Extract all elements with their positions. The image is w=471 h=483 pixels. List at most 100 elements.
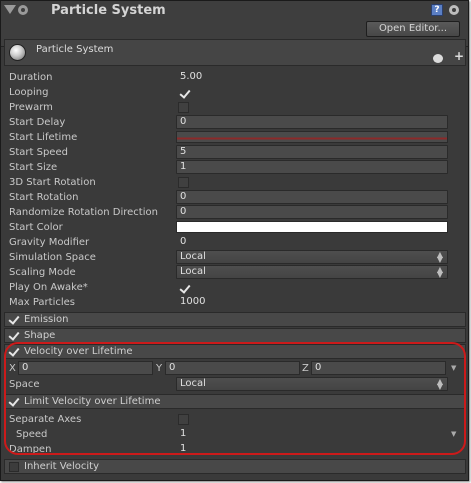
property-scaling-mode: Scaling Mode Local ▲ ▼ [4,265,466,280]
property-simulation-space: Simulation Space Local ▲ ▼ [4,250,466,265]
property-label: Start Lifetime [9,132,78,143]
shape-toggle-checkbox[interactable] [9,331,19,341]
looping-checkbox[interactable] [178,87,189,98]
property-separate-axes: Separate Axes [4,412,466,427]
property-label: Gravity Modifier [9,237,90,248]
curve-mode-arrow-icon[interactable]: ▼ [451,364,456,372]
section-title: Shape [24,330,56,341]
dropdown-arrows-icon: ▲ ▼ [436,377,443,391]
property-3d-start-rotation: 3D Start Rotation [4,175,466,190]
property-start-lifetime: Start Lifetime [4,130,466,145]
simulation-space-dropdown[interactable]: Local ▲ ▼ [176,250,448,264]
section-title: Emission [24,314,69,325]
section-emission[interactable]: Emission [4,312,466,327]
property-speed: Speed 1 ▼ [4,427,466,442]
separate-axes-checkbox[interactable] [178,414,189,425]
sphere-icon [9,44,26,61]
velocity-toggle-checkbox[interactable] [9,347,19,357]
start-size-field[interactable]: 1 [176,160,448,174]
start-speed-field[interactable]: 5 [176,145,448,159]
property-label: Start Delay [9,117,66,128]
speed-field[interactable]: 1 [176,427,448,441]
property-label: Max Particles [9,297,76,308]
property-start-delay: Start Delay 0 [4,115,466,130]
property-start-size: Start Size 1 [4,160,466,175]
settings-gear-icon[interactable] [448,4,460,16]
section-inherit-velocity[interactable]: Inherit Velocity [4,459,466,474]
dampen-field[interactable]: 1 [176,442,448,456]
limit-velocity-toggle-checkbox[interactable] [9,397,19,407]
space-dropdown[interactable]: Local ▲ ▼ [176,377,448,391]
property-space: Space Local ▲ ▼ [4,377,466,392]
property-label: Separate Axes [9,414,82,425]
property-label: Scaling Mode [9,267,76,278]
lightbulb-icon[interactable] [433,54,443,63]
component-gear-icon[interactable] [16,3,30,17]
section-title: Inherit Velocity [24,461,99,472]
property-label: Start Size [9,162,58,173]
section-limit-velocity[interactable]: Limit Velocity over Lifetime [4,394,466,409]
velocity-z-field[interactable]: 0 [311,361,446,375]
property-label: Speed [16,429,48,440]
property-label: Start Speed [9,147,68,158]
property-label: Looping [9,87,49,98]
property-start-color: Start Color [4,220,466,235]
add-module-plus-icon[interactable]: + [454,50,464,62]
property-gravity-modifier: Gravity Modifier 0 [4,235,466,250]
prewarm-checkbox[interactable] [178,102,189,113]
dropdown-value: Local [180,266,206,277]
property-label: Duration [9,72,53,83]
property-label: Simulation Space [9,252,96,263]
start-color-swatch[interactable] [176,221,448,233]
property-play-on-awake: Play On Awake* [4,280,466,295]
inspector-window: Particle System ? Open Editor... Particl… [0,0,469,481]
emission-toggle-checkbox[interactable] [9,315,19,325]
section-shape[interactable]: Shape [4,328,466,343]
property-duration: Duration 5.00 [4,70,466,85]
property-start-speed: Start Speed 5 [4,145,466,160]
curve-mode-arrow-icon[interactable]: ▼ [451,430,456,438]
collapse-triangle-icon[interactable] [4,5,16,14]
inherit-velocity-toggle-checkbox[interactable] [9,462,19,472]
property-dampen: Dampen 1 [4,442,466,457]
z-label: Z [302,363,309,374]
dropdown-arrows-icon: ▲ ▼ [436,265,443,279]
section-title: Velocity over Lifetime [24,346,133,357]
property-label: Start Rotation [9,192,79,203]
velocity-x-field[interactable]: 0 [18,361,153,375]
y-label: Y [156,363,163,374]
velocity-xyz-row: X 0 Y 0 Z 0 ▼ [4,361,466,376]
play-on-awake-checkbox[interactable] [178,282,189,293]
window-title: Particle System [51,3,166,18]
property-label: Dampen [9,444,52,455]
property-randomize-rotation: Randomize Rotation Direction 0 [4,205,466,220]
x-label: X [9,363,16,374]
start-rotation-field[interactable]: 0 [176,190,448,204]
start-delay-field[interactable]: 0 [176,115,448,129]
property-start-rotation: Start Rotation 0 [4,190,466,205]
3d-start-rotation-checkbox[interactable] [178,177,189,188]
property-label: Space [9,379,40,390]
randomize-rotation-field[interactable]: 0 [176,205,448,219]
max-particles-field[interactable]: 1000 [176,295,448,309]
open-editor-button[interactable]: Open Editor... [366,21,460,37]
property-label: Play On Awake* [9,282,88,293]
start-lifetime-curve[interactable] [176,131,448,143]
property-label: 3D Start Rotation [9,177,96,188]
section-title: Limit Velocity over Lifetime [24,396,161,407]
property-max-particles: Max Particles 1000 [4,295,466,310]
property-label: Randomize Rotation Direction [9,207,158,218]
component-header: Particle System + [4,39,466,66]
property-prewarm: Prewarm [4,100,466,115]
help-icon[interactable]: ? [431,4,443,16]
dropdown-value: Local [180,378,206,389]
velocity-y-field[interactable]: 0 [165,361,300,375]
property-label: Prewarm [9,102,53,113]
section-velocity-over-lifetime[interactable]: Velocity over Lifetime [4,344,466,359]
dropdown-arrows-icon: ▲ ▼ [436,250,443,264]
property-looping: Looping [4,85,466,100]
scaling-mode-dropdown[interactable]: Local ▲ ▼ [176,265,448,279]
component-name: Particle System [36,44,114,55]
gravity-modifier-field[interactable]: 0 [176,235,448,249]
duration-field[interactable]: 5.00 [176,70,448,84]
